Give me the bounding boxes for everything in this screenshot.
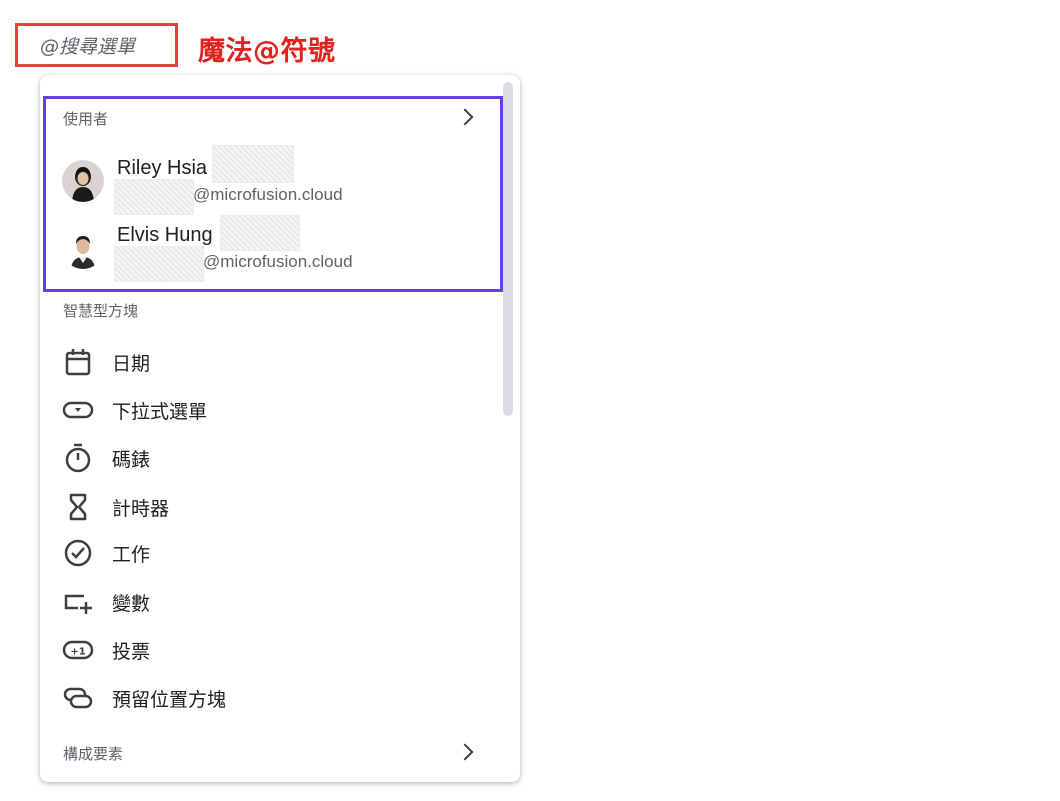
redacted-name-part [212,145,294,183]
menu-item-timer[interactable]: 計時器 [62,487,462,527]
search-menu-input[interactable]: @搜尋選單 [15,23,178,67]
menu-item-label: 下拉式選單 [112,400,208,423]
placeholder-chip-icon [62,682,102,714]
users-section-title: 使用者 [63,110,109,128]
calendar-icon [62,346,102,378]
menu-item-label: 碼錶 [112,448,151,471]
menu-item-vote[interactable]: +1 投票 [62,630,462,670]
menu-item-label: 日期 [112,352,151,375]
user-email: @microfusion.cloud [193,185,343,204]
menu-item-label: 計時器 [112,497,170,520]
variable-icon [62,586,102,618]
menu-item-dropdown[interactable]: 下拉式選單 [62,390,462,430]
magic-at-symbol-callout: 魔法@符號 [198,36,336,67]
stopwatch-icon [62,442,102,474]
menu-item-stopwatch[interactable]: 碼錶 [62,438,462,478]
svg-text:+1: +1 [70,647,85,658]
user-item-riley[interactable]: Riley Hsia @microfusion.cloud [62,145,482,217]
user-name: Riley Hsia [117,157,208,179]
menu-scrollbar[interactable] [503,82,513,416]
user-email: @microfusion.cloud [203,252,353,271]
redacted-email-part [114,246,204,282]
menu-item-placeholder-chip[interactable]: 預留位置方塊 [62,678,462,718]
redacted-email-part [114,179,194,215]
smart-chips-section-title: 智慧型方塊 [63,302,139,320]
menu-item-label: 預留位置方塊 [112,688,227,711]
menu-item-variable[interactable]: 變數 [62,582,462,622]
menu-item-label: 投票 [112,640,151,663]
menu-item-label: 變數 [112,592,151,615]
search-menu-text: @搜尋選單 [40,35,136,58]
user-name: Elvis Hung [117,224,213,246]
user-item-elvis[interactable]: Elvis Hung @microfusion.cloud [62,215,482,284]
menu-item-date[interactable]: 日期 [62,342,462,382]
redacted-name-part [220,215,300,251]
vote-icon: +1 [62,634,102,666]
task-check-icon [62,537,102,569]
avatar [62,160,104,202]
menu-item-task[interactable]: 工作 [62,533,462,573]
menu-item-label: 工作 [112,543,151,566]
avatar [62,227,104,269]
hourglass-icon [62,491,102,523]
dropdown-icon [62,394,102,426]
building-blocks-section-title: 構成要素 [63,745,124,763]
